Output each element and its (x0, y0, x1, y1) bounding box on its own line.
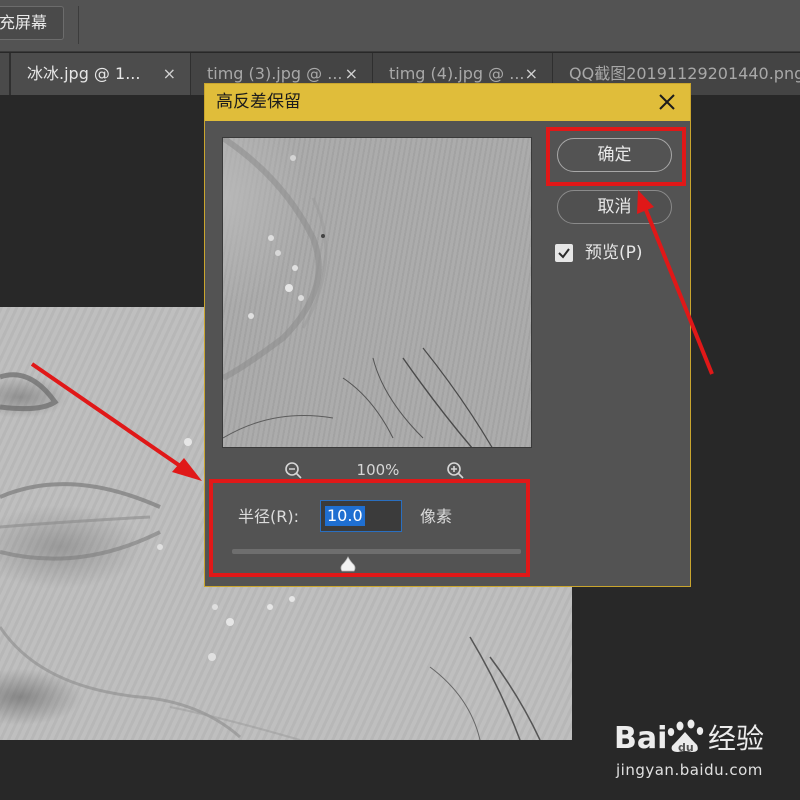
preview-label: 预览(P) (585, 243, 643, 263)
tab-label: timg (3).jpg @ ... (207, 64, 343, 83)
preview-checkbox[interactable] (555, 244, 573, 262)
tab-label: timg (4).jpg @ ... (389, 64, 525, 83)
ok-button-highlight (546, 127, 686, 186)
checkmark-icon (558, 248, 570, 259)
options-bar: 充屏幕 (0, 0, 800, 52)
baidu-watermark: Bai du 经验 jingyan.baidu.com (612, 708, 782, 788)
dialog-title: 高反差保留 (216, 92, 301, 112)
photoshop-workspace: 充屏幕 冰冰.jpg @ 1... × timg (3).jpg @ ... ×… (0, 0, 800, 800)
filter-preview[interactable] (222, 137, 532, 448)
zoom-in-icon[interactable] (445, 460, 465, 480)
dialog-title-bar: 高反差保留 (205, 84, 690, 121)
tab-close-icon[interactable]: × (163, 53, 176, 95)
svg-text:Bai: Bai (614, 721, 667, 756)
preview-texture (223, 138, 493, 447)
zoom-out-icon[interactable] (283, 460, 303, 480)
svg-text:经验: 经验 (708, 722, 764, 755)
tab-label: 冰冰.jpg @ 1... (27, 64, 141, 83)
radius-highlight (209, 479, 530, 577)
baidu-jingyan-logo: Bai du 经验 (614, 719, 764, 756)
fullscreen-button[interactable]: 充屏幕 (0, 6, 64, 40)
tab-bingbing[interactable]: 冰冰.jpg @ 1... × (10, 53, 190, 95)
svg-text:du: du (678, 741, 694, 754)
options-separator (78, 6, 79, 44)
cancel-button[interactable]: 取消 (557, 190, 672, 224)
close-icon[interactable] (656, 91, 678, 113)
watermark-url: jingyan.baidu.com (616, 761, 763, 779)
tab-overflow-stub (0, 53, 10, 95)
tab-label: QQ截图20191129201440.png (569, 64, 800, 83)
